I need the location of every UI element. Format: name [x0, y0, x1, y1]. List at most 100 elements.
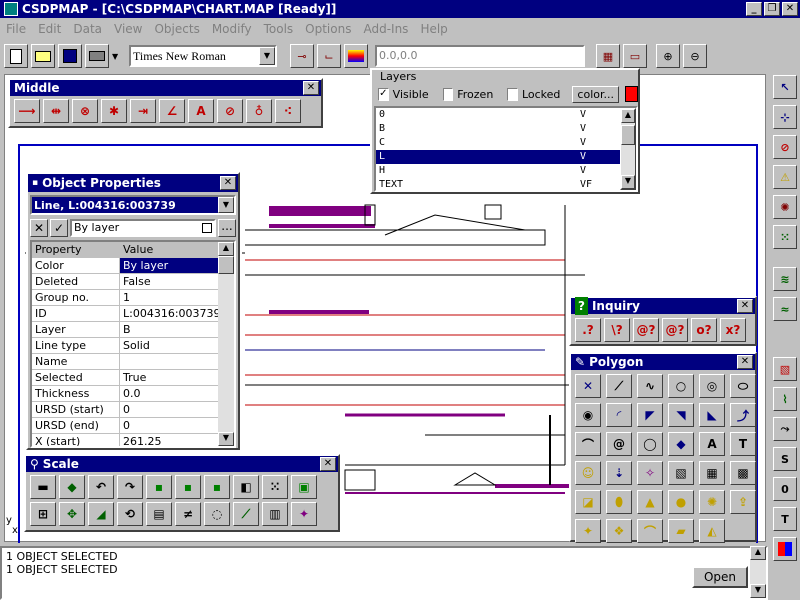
scroll-up-icon[interactable]: ▲ [218, 242, 234, 256]
menu-tools[interactable]: Tools [264, 20, 294, 38]
pin-icon[interactable]: ⇣ [606, 461, 632, 485]
minimize-button[interactable]: _ [746, 2, 762, 16]
contour-icon[interactable]: ≈ [773, 297, 797, 321]
layers-button[interactable] [344, 44, 368, 68]
menu-modify[interactable]: Modify [212, 20, 252, 38]
coords-field[interactable]: 0.0,0.0 [375, 45, 585, 67]
chevron-down-icon[interactable]: ▼ [259, 47, 275, 65]
scale-move-icon[interactable]: ▪ [204, 475, 230, 499]
side-t-button[interactable]: T [773, 507, 797, 531]
polygon-title-bar[interactable]: ✎ Polygon ✕ [571, 354, 755, 370]
scale-close-button[interactable]: ✕ [320, 457, 336, 471]
cube-icon[interactable]: ▧ [668, 461, 694, 485]
polyline-tool-icon[interactable]: ∿ [637, 374, 663, 398]
inquiry-area-button[interactable]: @? [633, 318, 659, 342]
scroll-up-icon[interactable]: ▲ [750, 546, 766, 560]
layer-row-selected[interactable]: LV [376, 150, 620, 164]
cancel-button[interactable]: ✕ [30, 219, 48, 237]
hatch-fill-icon[interactable]: ▩ [730, 461, 756, 485]
scale-grow-icon[interactable]: ▪ [146, 475, 172, 499]
scale-title-bar[interactable]: ⚲ Scale ✕ [26, 456, 338, 472]
property-row[interactable]: URSD (end) 0 [32, 418, 222, 434]
text-box-icon[interactable]: T [730, 432, 756, 456]
property-edit-field[interactable]: By layer [70, 219, 216, 237]
grid-dots-icon[interactable]: ⁙ [773, 225, 797, 249]
property-row[interactable]: URSD (start) 0 [32, 402, 222, 418]
property-row-selected[interactable]: Color By layer [32, 258, 222, 274]
arc-fill-icon[interactable]: ◥ [668, 403, 694, 427]
palette-icon[interactable]: ✺ [773, 195, 797, 219]
property-scrollbar[interactable]: ▲ ▼ [218, 242, 234, 446]
single-view-button[interactable]: ▭ [623, 44, 647, 68]
ellipsis-button[interactable]: ... [218, 219, 236, 237]
object-properties-title-bar[interactable]: ▪ Object Properties ✕ [28, 174, 238, 192]
scroll-down-icon[interactable]: ▼ [621, 175, 635, 189]
lasso-icon[interactable]: ◌ [204, 502, 230, 526]
plane-icon[interactable]: ▰ [668, 519, 694, 543]
smiley-icon[interactable]: ☺ [575, 461, 601, 485]
mid-cross-button[interactable]: ✱ [101, 99, 127, 123]
move-icon[interactable]: ✥ [59, 502, 85, 526]
chevron-down-icon[interactable]: ▼ [218, 197, 234, 213]
side-s-button[interactable]: S [773, 447, 797, 471]
text-tool-icon[interactable]: A [699, 432, 725, 456]
sector-tool-icon[interactable]: ◤ [637, 403, 663, 427]
map-icon[interactable]: ✦ [291, 502, 317, 526]
select-arrow-icon[interactable]: ↖ [773, 75, 797, 99]
layers-scrollbar[interactable]: ▲ ▼ [620, 108, 636, 190]
inquiry-object-button[interactable]: @? [662, 318, 688, 342]
circle-tool-icon[interactable]: ○ [668, 374, 694, 398]
property-row[interactable]: Group no. 1 [32, 290, 222, 306]
close-button[interactable]: ✕ [782, 2, 798, 16]
scroll-down-icon[interactable]: ▼ [218, 432, 234, 446]
eraser-icon[interactable]: ◆ [59, 475, 85, 499]
blob-tool-icon[interactable]: ◯ [637, 432, 663, 456]
print-dropdown-arrow-icon[interactable]: ▼ [112, 52, 122, 61]
zoom-out-button[interactable]: ⊖ [683, 44, 707, 68]
menu-addins[interactable]: Add-Ins [363, 20, 408, 38]
scroll-thumb[interactable] [621, 125, 635, 145]
scroll-up-icon[interactable]: ▲ [621, 109, 635, 123]
rotate-icon[interactable]: ⟲ [117, 502, 143, 526]
menu-view[interactable]: View [114, 20, 142, 38]
layer-color-swatch[interactable] [625, 86, 639, 102]
curve-icon[interactable]: ⟋ [233, 502, 259, 526]
checkbox-icon[interactable] [202, 223, 212, 233]
cylinder-icon[interactable]: ⬮ [606, 490, 632, 514]
side-0-button[interactable]: 0 [773, 477, 797, 501]
surface-icon[interactable]: ◭ [699, 519, 725, 543]
select-x-icon[interactable]: ✕ [575, 374, 601, 398]
mesh-icon[interactable]: ❖ [606, 519, 632, 543]
layer-row[interactable]: BV [376, 122, 620, 136]
save-button[interactable] [58, 44, 82, 68]
node-edit-icon[interactable]: ⊹ [773, 105, 797, 129]
arc-tool-icon[interactable]: ◜ [606, 403, 632, 427]
middle-title-bar[interactable]: Middle ✕ [10, 80, 321, 96]
gem-icon[interactable]: ✦ [575, 519, 601, 543]
open-file-button[interactable] [31, 44, 55, 68]
menu-file[interactable]: File [6, 20, 26, 38]
property-row[interactable]: Name [32, 354, 222, 370]
extrude-icon[interactable]: ⇪ [730, 490, 756, 514]
property-row[interactable]: Selected True [32, 370, 222, 386]
line-tool-icon[interactable]: ⟋ [606, 374, 632, 398]
coordinate-button[interactable]: ⌙ [317, 44, 341, 68]
inquiry-circle-button[interactable]: o? [691, 318, 717, 342]
bezier-tool-icon[interactable]: ⌒ [575, 432, 601, 456]
not-equal-icon[interactable]: ≠ [175, 502, 201, 526]
graph-icon[interactable]: ⤳ [773, 417, 797, 441]
new-file-button[interactable] [4, 44, 28, 68]
frozen-checkbox[interactable] [442, 87, 454, 101]
object-properties-close-button[interactable]: ✕ [220, 176, 236, 190]
log-scrollbar[interactable]: ▲ ▼ [750, 546, 766, 598]
inquiry-line-button[interactable]: \? [604, 318, 630, 342]
spiral-tool-icon[interactable]: @ [606, 432, 632, 456]
menu-edit[interactable]: Edit [38, 20, 61, 38]
key-button[interactable]: ⊸ [290, 44, 314, 68]
mid-perp-button[interactable]: ⇹ [43, 99, 69, 123]
menu-help[interactable]: Help [420, 20, 447, 38]
ribbon-icon[interactable]: ✧ [637, 461, 663, 485]
wheel-icon[interactable]: ✺ [699, 490, 725, 514]
mid-circle-button[interactable]: ⊗ [72, 99, 98, 123]
font-select[interactable]: Times New Roman ▼ [129, 45, 277, 67]
